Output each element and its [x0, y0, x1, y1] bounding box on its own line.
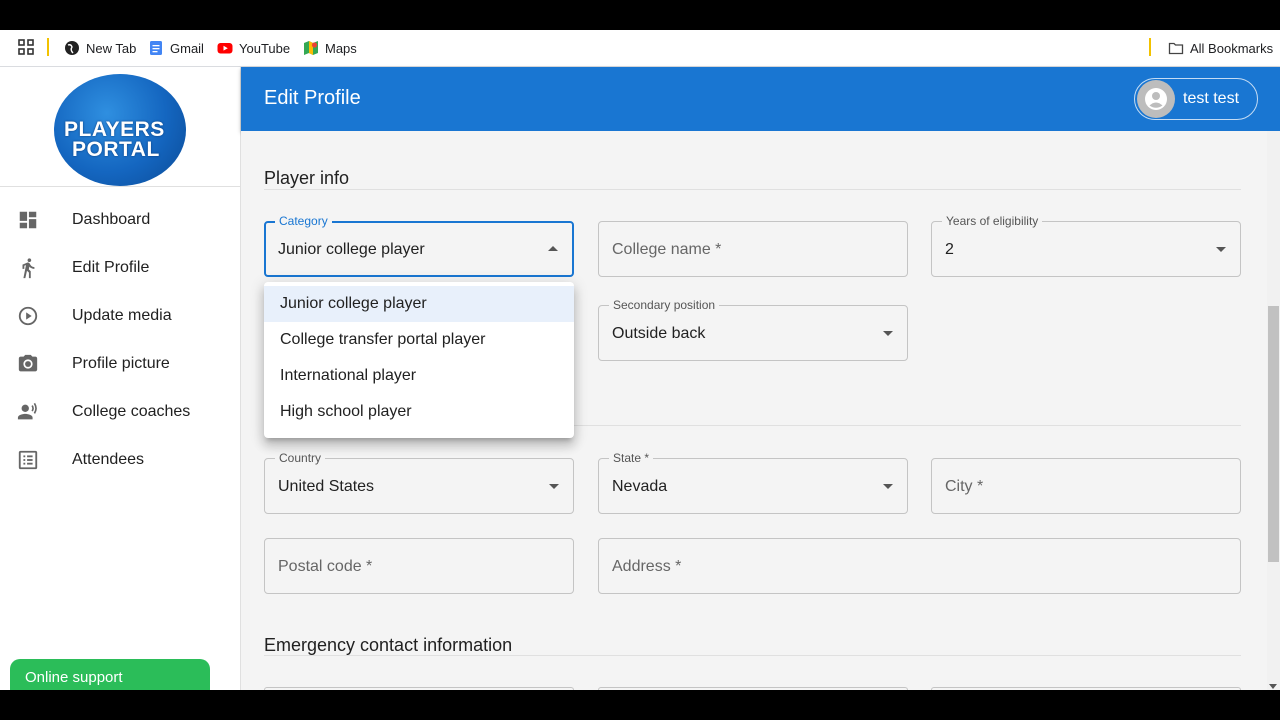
bookmark-new-tab[interactable]: New Tab — [64, 37, 136, 59]
dashboard-icon — [19, 211, 37, 229]
section-title-emergency: Emergency contact information — [264, 635, 513, 655]
state-label: State * — [609, 450, 654, 466]
maps-icon — [304, 41, 318, 55]
sidebar-item-dashboard[interactable]: Dashboard — [0, 200, 240, 240]
logo-text-portal: PORTAL — [72, 138, 160, 161]
years-eligibility-select[interactable]: Years of eligibility 2 — [931, 213, 1241, 277]
category-select[interactable]: Category Junior college player — [264, 213, 574, 277]
all-bookmarks-button[interactable]: All Bookmarks — [1168, 37, 1273, 59]
dropdown-option-junior-college[interactable]: Junior college player — [264, 286, 574, 322]
scroll-down-arrow-icon[interactable] — [1269, 684, 1277, 689]
secondary-position-value: Outside back — [612, 325, 706, 342]
sidebar-item-label: Dashboard — [72, 211, 151, 228]
years-eligibility-label: Years of eligibility — [942, 213, 1043, 229]
dropdown-option-international[interactable]: International player — [264, 358, 574, 394]
top-black-band — [0, 0, 1280, 30]
years-eligibility-value: 2 — [945, 241, 954, 258]
all-bookmarks-label: All Bookmarks — [1190, 40, 1274, 56]
bookmark-label: Gmail — [170, 40, 204, 56]
bookmark-label: YouTube — [239, 40, 291, 56]
country-select[interactable]: Country United States — [264, 450, 574, 514]
sidebar-item-label: Update media — [72, 307, 172, 324]
user-menu-button[interactable]: test test — [1134, 78, 1258, 120]
country-label: Country — [275, 450, 326, 466]
bookmark-gmail[interactable]: Gmail — [148, 37, 204, 59]
account-circle-icon — [1145, 88, 1167, 110]
sidebar-item-label: Edit Profile — [72, 259, 150, 276]
globe-icon — [65, 41, 79, 55]
bookmark-label: Maps — [325, 40, 357, 56]
caret-down-icon — [549, 484, 559, 489]
caret-down-icon — [883, 484, 893, 489]
category-dropdown-menu: Junior college player College transfer p… — [264, 282, 574, 438]
folder-icon — [1168, 42, 1184, 55]
dropdown-option-high-school[interactable]: High school player — [264, 394, 574, 430]
bookmark-label: New Tab — [86, 40, 137, 56]
city-field[interactable]: City * — [931, 458, 1241, 514]
sidebar-item-edit-profile[interactable]: Edit Profile — [0, 248, 240, 288]
bookmarks-separator — [1149, 38, 1151, 56]
college-name-field[interactable]: College name * — [598, 221, 908, 277]
caret-down-icon — [1216, 247, 1226, 252]
section-title-player-info: Player info — [264, 168, 350, 188]
state-select[interactable]: State * Nevada — [598, 450, 908, 514]
country-value: United States — [278, 478, 375, 495]
bookmark-youtube[interactable]: YouTube — [217, 37, 290, 59]
section-divider — [264, 655, 1241, 656]
secondary-position-select[interactable]: Secondary position Outside back — [598, 297, 908, 361]
caret-down-icon — [883, 331, 893, 336]
dropdown-option-college-transfer[interactable]: College transfer portal player — [264, 322, 574, 358]
youtube-icon — [217, 43, 233, 54]
section-divider — [264, 189, 1241, 190]
bookmarks-bar: New Tab Gmail YouTube Maps All Bookmarks — [0, 30, 1280, 67]
bookmark-maps[interactable]: Maps — [303, 37, 357, 59]
camera-icon — [18, 354, 38, 372]
scrollbar-thumb[interactable] — [1268, 306, 1279, 562]
bottom-black-band — [0, 690, 1280, 720]
sidebar-item-college-coaches[interactable]: College coaches — [0, 392, 240, 432]
list-icon — [18, 450, 38, 470]
app-header: Edit Profile test test — [241, 67, 1280, 131]
play-circle-icon — [18, 306, 38, 326]
page-title: Edit Profile — [264, 87, 361, 109]
bookmarks-separator — [47, 38, 49, 56]
sidebar-item-update-media[interactable]: Update media — [0, 296, 240, 336]
postal-code-field[interactable]: Postal code * — [264, 538, 574, 594]
category-label: Category — [275, 213, 332, 229]
sidebar-item-attendees[interactable]: Attendees — [0, 440, 240, 480]
sidebar-item-label: Attendees — [72, 451, 145, 468]
apps-grid-icon[interactable] — [18, 39, 34, 55]
sidebar-item-label: Profile picture — [72, 355, 170, 372]
avatar — [1137, 80, 1175, 118]
runner-icon — [22, 258, 35, 279]
address-field[interactable]: Address * — [598, 538, 1241, 594]
sidebar-divider — [0, 186, 240, 187]
user-name: test test — [1183, 90, 1240, 107]
city-placeholder: City * — [945, 478, 984, 495]
college-name-placeholder: College name * — [612, 241, 722, 258]
caret-up-icon — [548, 246, 558, 251]
secondary-position-label: Secondary position — [609, 297, 720, 313]
sidebar-item-profile-picture[interactable]: Profile picture — [0, 344, 240, 384]
state-value: Nevada — [612, 478, 668, 495]
speaker-person-icon — [17, 402, 37, 420]
docs-icon — [150, 41, 162, 55]
sidebar: PLAYERS PORTAL Dashboard Edit Profile Up… — [0, 67, 241, 699]
sidebar-item-label: College coaches — [72, 403, 191, 420]
screen: New Tab Gmail YouTube Maps All Bookmarks… — [0, 0, 1280, 720]
address-placeholder: Address * — [612, 558, 682, 575]
players-portal-logo[interactable]: PLAYERS PORTAL — [54, 74, 186, 186]
category-value: Junior college player — [278, 241, 425, 258]
postal-code-placeholder: Postal code * — [278, 558, 373, 575]
